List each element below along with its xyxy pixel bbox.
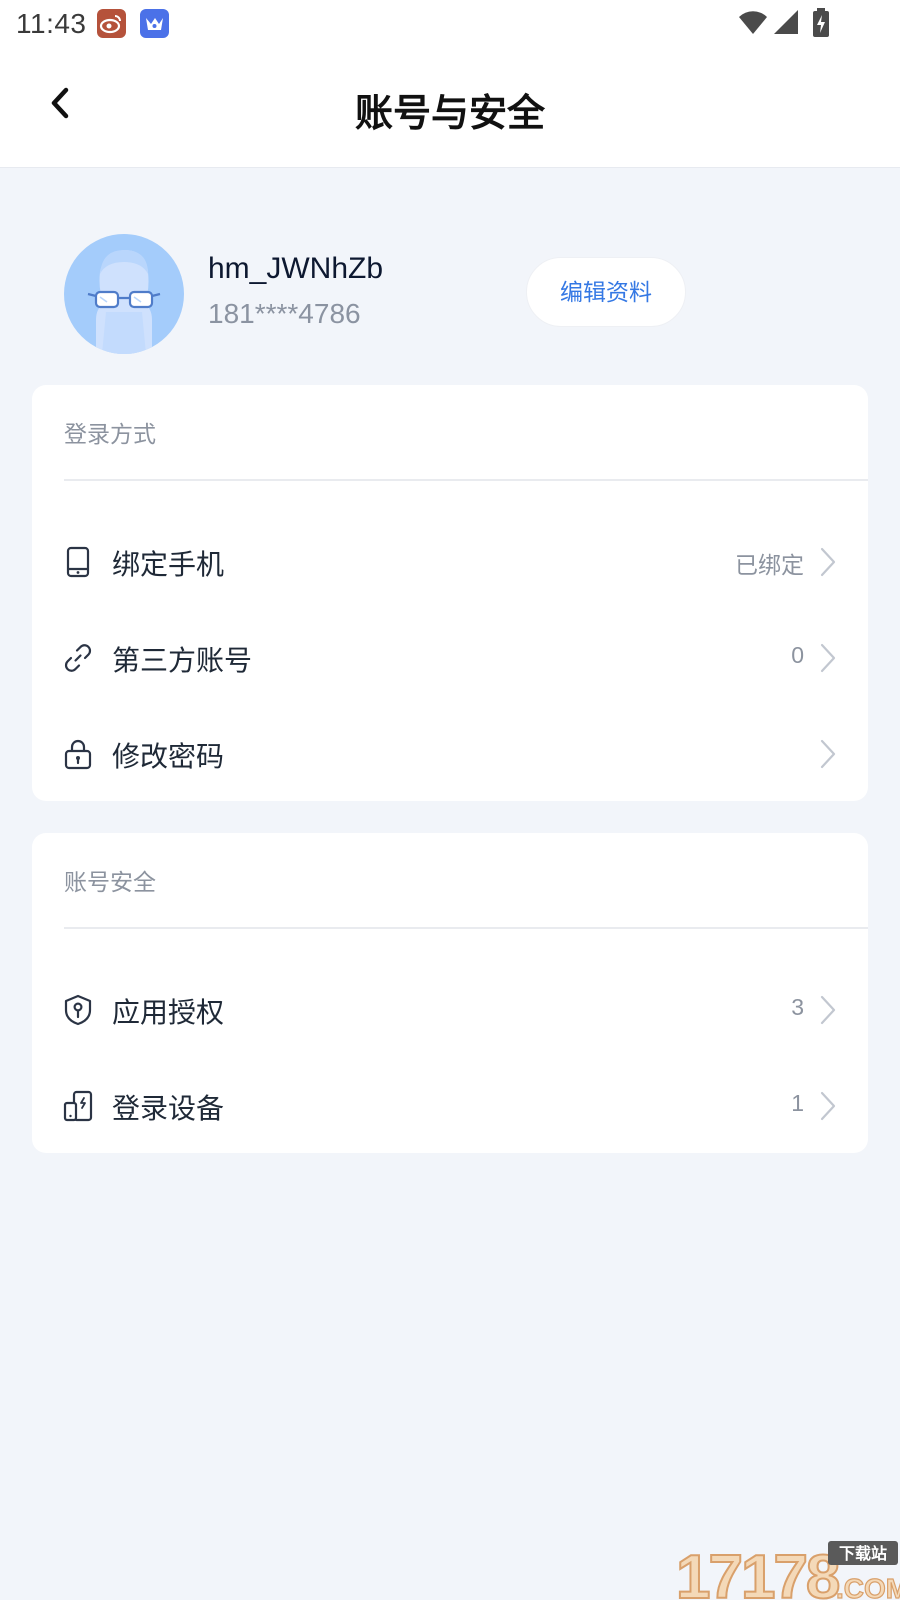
row-value: 0 xyxy=(791,642,804,668)
link-icon xyxy=(64,644,92,672)
row-bind-phone[interactable]: 绑定手机 已绑定 xyxy=(32,513,868,609)
row-login-devices[interactable]: 登录设备 1 xyxy=(32,1057,868,1153)
phone-icon xyxy=(66,546,90,578)
row-label: 登录设备 xyxy=(112,1093,225,1124)
chevron-right-icon xyxy=(820,739,836,769)
profile-section: hm_JWNhZb 181****4786 编辑资料 xyxy=(0,168,900,383)
row-value: 3 xyxy=(791,994,804,1020)
weibo-app-icon xyxy=(97,9,126,38)
row-label: 修改密码 xyxy=(112,741,225,772)
section-header: 登录方式 xyxy=(64,421,156,447)
login-methods-card: 登录方式 绑定手机 已绑定 第三方账号 0 修改密码 xyxy=(32,385,868,801)
username: hm_JWNhZb xyxy=(208,252,384,285)
shield-key-icon xyxy=(64,994,92,1026)
divider xyxy=(64,479,868,481)
row-value: 已绑定 xyxy=(735,552,804,578)
row-label: 第三方账号 xyxy=(112,645,253,676)
lock-icon xyxy=(64,739,92,770)
edit-profile-button[interactable]: 编辑资料 xyxy=(526,257,686,327)
wifi-icon xyxy=(739,11,767,35)
row-change-password[interactable]: 修改密码 xyxy=(32,705,868,801)
status-time: 11:43 xyxy=(16,8,87,39)
watermark-suffix: .COM xyxy=(836,1573,900,1600)
section-header: 账号安全 xyxy=(64,869,156,895)
row-third-party-accounts[interactable]: 第三方账号 0 xyxy=(32,609,868,705)
avatar[interactable] xyxy=(64,234,184,354)
status-bar: 11:43 xyxy=(0,0,900,50)
watermark-logo: 17178 下载站 .COM xyxy=(675,1540,900,1600)
page-title: 账号与安全 xyxy=(354,93,545,135)
battery-charging-icon xyxy=(813,8,829,37)
divider xyxy=(64,927,868,929)
account-security-card: 账号安全 应用授权 3 登录设备 1 xyxy=(32,833,868,1153)
chevron-right-icon xyxy=(820,995,836,1025)
phone-number: 181****4786 xyxy=(208,298,361,329)
chevron-right-icon xyxy=(820,547,836,577)
row-value: 1 xyxy=(791,1090,804,1116)
chevron-right-icon xyxy=(820,1091,836,1121)
nav-bar: 账号与安全 xyxy=(0,50,900,168)
row-label: 应用授权 xyxy=(112,997,225,1028)
watermark-badge: 下载站 xyxy=(839,1544,887,1563)
devices-icon xyxy=(63,1090,93,1122)
watermark-text: 17178 xyxy=(676,1543,839,1600)
chevron-right-icon xyxy=(820,643,836,673)
bird-app-icon xyxy=(140,9,169,38)
cell-signal-icon xyxy=(774,10,798,34)
row-app-authorization[interactable]: 应用授权 3 xyxy=(32,961,868,1057)
avatar-glasses-icon xyxy=(87,250,161,354)
row-label: 绑定手机 xyxy=(112,549,225,580)
